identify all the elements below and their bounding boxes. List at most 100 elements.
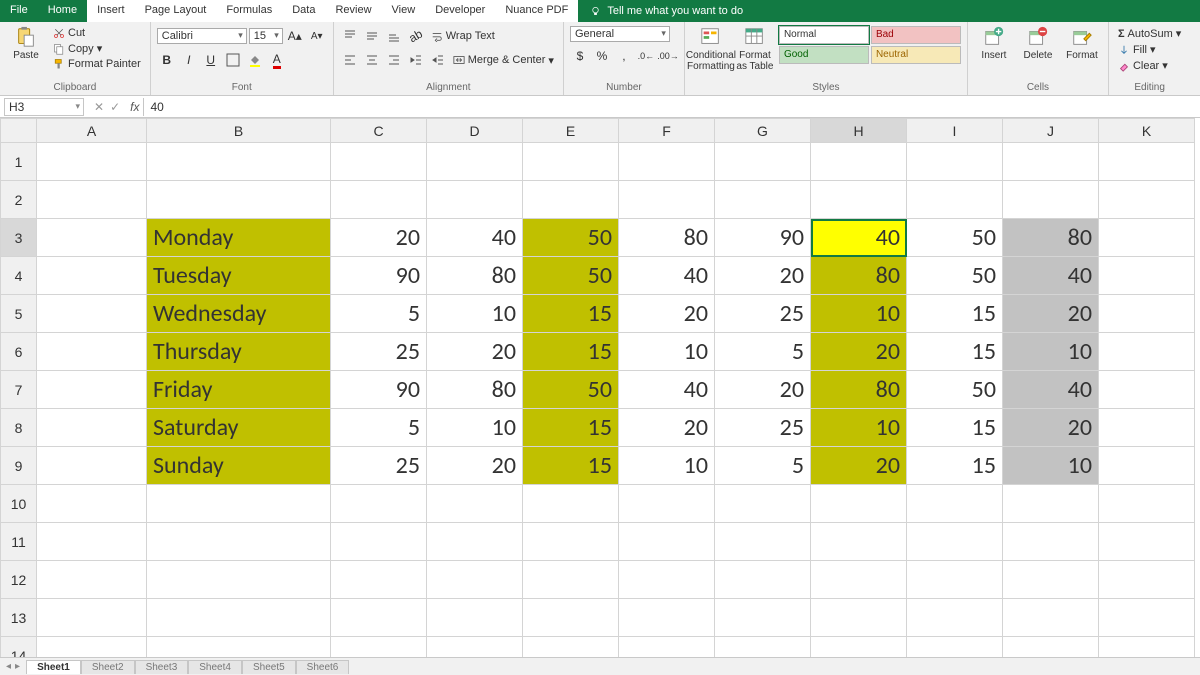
style-normal[interactable]: Normal xyxy=(779,26,869,44)
cell-B12[interactable] xyxy=(147,561,331,599)
grow-font-button[interactable]: A▴ xyxy=(285,26,305,46)
cell-A13[interactable] xyxy=(37,599,147,637)
name-box[interactable]: H3 xyxy=(4,98,84,116)
cell-B4[interactable]: Tuesday xyxy=(147,257,331,295)
cell-F11[interactable] xyxy=(619,523,715,561)
cell-I5[interactable]: 15 xyxy=(907,295,1003,333)
cell-J12[interactable] xyxy=(1003,561,1099,599)
cancel-formula-button[interactable]: ✕ xyxy=(94,100,104,114)
cell-F14[interactable] xyxy=(619,637,715,658)
cell-C12[interactable] xyxy=(331,561,427,599)
cell-F4[interactable]: 40 xyxy=(619,257,715,295)
tab-formulas[interactable]: Formulas xyxy=(216,0,282,22)
cell-E4[interactable]: 50 xyxy=(523,257,619,295)
cell-E7[interactable]: 50 xyxy=(523,371,619,409)
cell-G2[interactable] xyxy=(715,181,811,219)
cell-A5[interactable] xyxy=(37,295,147,333)
cell-K2[interactable] xyxy=(1099,181,1195,219)
cell-A3[interactable] xyxy=(37,219,147,257)
cell-G14[interactable] xyxy=(715,637,811,658)
row-header-12[interactable]: 12 xyxy=(1,561,37,599)
align-right-button[interactable] xyxy=(384,50,404,70)
cell-G10[interactable] xyxy=(715,485,811,523)
cell-B13[interactable] xyxy=(147,599,331,637)
cell-J11[interactable] xyxy=(1003,523,1099,561)
cell-D13[interactable] xyxy=(427,599,523,637)
cell-B6[interactable]: Thursday xyxy=(147,333,331,371)
cell-B1[interactable] xyxy=(147,143,331,181)
cell-F2[interactable] xyxy=(619,181,715,219)
decrease-indent-button[interactable] xyxy=(406,50,426,70)
cell-H8[interactable]: 10 xyxy=(811,409,907,447)
cell-H4[interactable]: 80 xyxy=(811,257,907,295)
cell-F12[interactable] xyxy=(619,561,715,599)
cell-E13[interactable] xyxy=(523,599,619,637)
cell-C13[interactable] xyxy=(331,599,427,637)
row-header-7[interactable]: 7 xyxy=(1,371,37,409)
tab-view[interactable]: View xyxy=(382,0,426,22)
copy-button[interactable]: Copy ▾ xyxy=(50,41,144,56)
formula-input[interactable]: 40 xyxy=(143,98,1200,116)
italic-button[interactable]: I xyxy=(179,50,199,70)
cell-J4[interactable]: 40 xyxy=(1003,257,1099,295)
cell-F6[interactable]: 10 xyxy=(619,333,715,371)
cell-K7[interactable] xyxy=(1099,371,1195,409)
cell-F1[interactable] xyxy=(619,143,715,181)
cell-A6[interactable] xyxy=(37,333,147,371)
tab-developer[interactable]: Developer xyxy=(425,0,495,22)
cell-G6[interactable]: 5 xyxy=(715,333,811,371)
cell-E14[interactable] xyxy=(523,637,619,658)
cell-J7[interactable]: 40 xyxy=(1003,371,1099,409)
sheet-tab-sheet5[interactable]: Sheet5 xyxy=(242,660,296,674)
format-painter-button[interactable]: Format Painter xyxy=(50,57,144,71)
row-header-14[interactable]: 14 xyxy=(1,637,37,658)
col-header-E[interactable]: E xyxy=(523,119,619,143)
cell-B14[interactable] xyxy=(147,637,331,658)
cell-B7[interactable]: Friday xyxy=(147,371,331,409)
col-header-I[interactable]: I xyxy=(907,119,1003,143)
cell-D14[interactable] xyxy=(427,637,523,658)
cell-G13[interactable] xyxy=(715,599,811,637)
cell-D11[interactable] xyxy=(427,523,523,561)
cell-D4[interactable]: 80 xyxy=(427,257,523,295)
cell-I1[interactable] xyxy=(907,143,1003,181)
fill-color-button[interactable] xyxy=(245,50,265,70)
cell-E11[interactable] xyxy=(523,523,619,561)
cell-K6[interactable] xyxy=(1099,333,1195,371)
col-header-C[interactable]: C xyxy=(331,119,427,143)
spreadsheet-grid[interactable]: ABCDEFGHIJK123Monday20405080904050804Tue… xyxy=(0,118,1200,657)
underline-button[interactable]: U xyxy=(201,50,221,70)
cell-F9[interactable]: 10 xyxy=(619,447,715,485)
cell-C8[interactable]: 5 xyxy=(331,409,427,447)
cell-E6[interactable]: 15 xyxy=(523,333,619,371)
cell-H14[interactable] xyxy=(811,637,907,658)
comma-button[interactable]: , xyxy=(614,46,634,66)
cell-G3[interactable]: 90 xyxy=(715,219,811,257)
cell-H1[interactable] xyxy=(811,143,907,181)
cell-E5[interactable]: 15 xyxy=(523,295,619,333)
cell-B10[interactable] xyxy=(147,485,331,523)
row-header-13[interactable]: 13 xyxy=(1,599,37,637)
cell-E12[interactable] xyxy=(523,561,619,599)
cell-H13[interactable] xyxy=(811,599,907,637)
sheet-nav[interactable]: ◂▸ xyxy=(0,661,26,672)
cell-K1[interactable] xyxy=(1099,143,1195,181)
row-header-10[interactable]: 10 xyxy=(1,485,37,523)
tell-me[interactable]: Tell me what you want to do xyxy=(578,0,1200,22)
wrap-text-button[interactable]: Wrap Text xyxy=(428,29,498,43)
cell-styles-gallery[interactable]: Normal Bad Good Neutral xyxy=(779,26,961,64)
cell-J10[interactable] xyxy=(1003,485,1099,523)
cell-F3[interactable]: 80 xyxy=(619,219,715,257)
col-header-D[interactable]: D xyxy=(427,119,523,143)
font-color-button[interactable]: A xyxy=(267,50,287,70)
fx-button[interactable]: fx xyxy=(126,100,143,114)
cell-D8[interactable]: 10 xyxy=(427,409,523,447)
tab-data[interactable]: Data xyxy=(282,0,325,22)
cell-C1[interactable] xyxy=(331,143,427,181)
cell-K11[interactable] xyxy=(1099,523,1195,561)
cell-H5[interactable]: 10 xyxy=(811,295,907,333)
cell-B11[interactable] xyxy=(147,523,331,561)
sheet-tab-sheet4[interactable]: Sheet4 xyxy=(188,660,242,674)
cell-K9[interactable] xyxy=(1099,447,1195,485)
cell-B3[interactable]: Monday xyxy=(147,219,331,257)
